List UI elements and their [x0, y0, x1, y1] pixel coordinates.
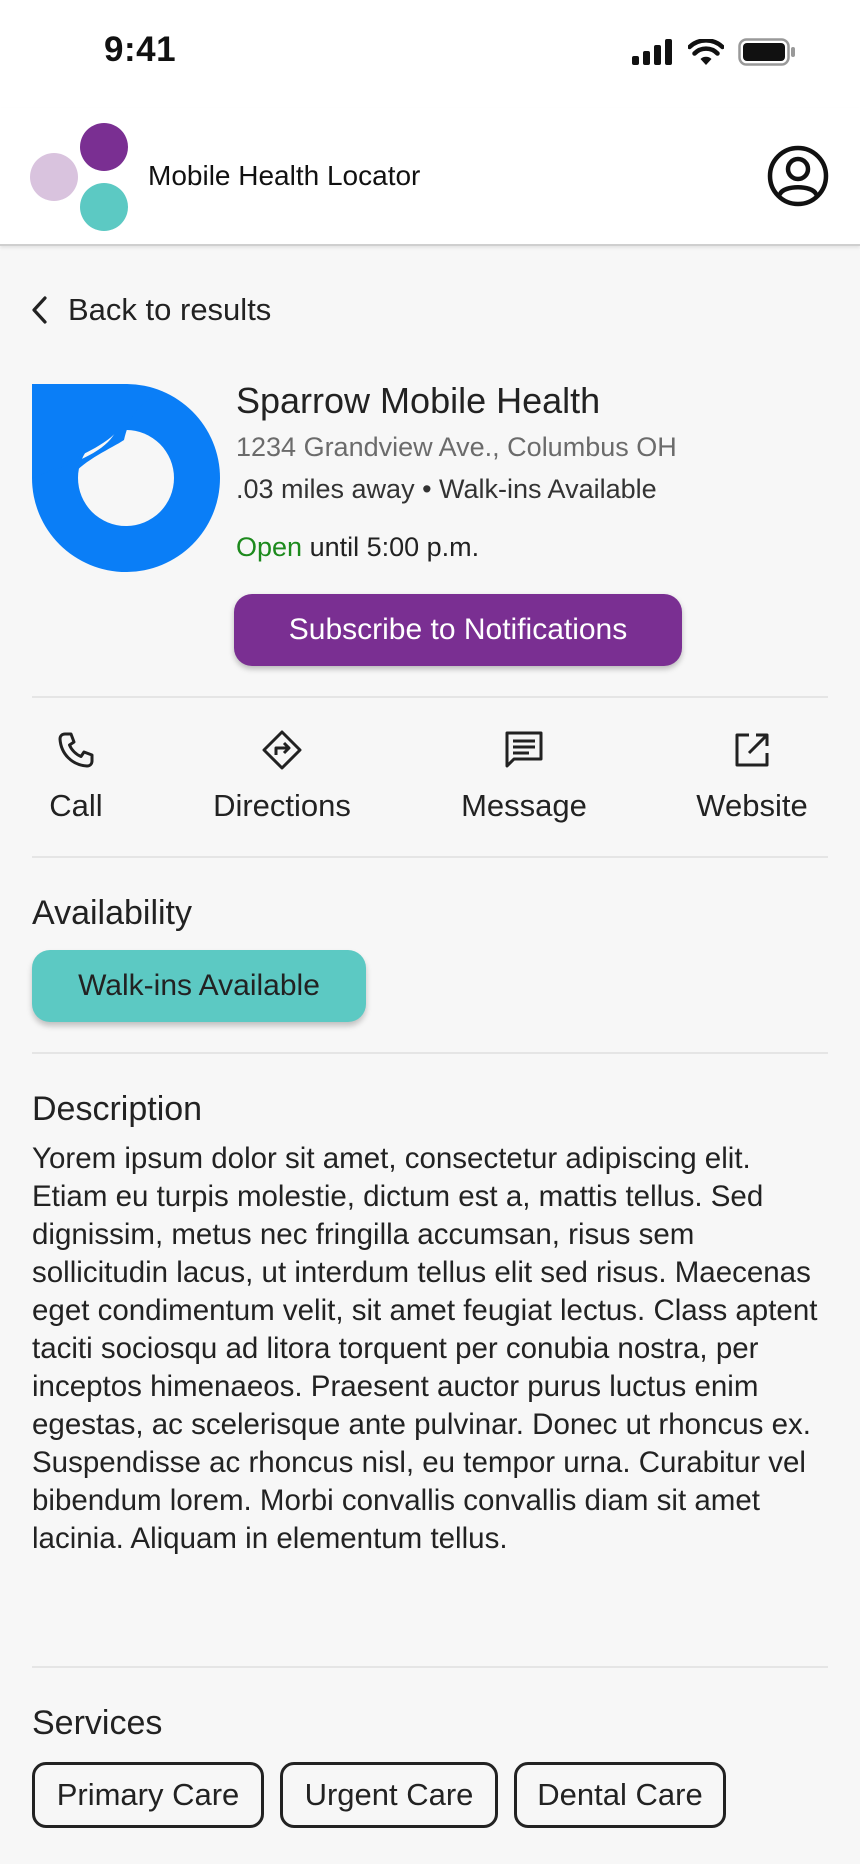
description-title: Description — [32, 1090, 203, 1128]
provider-hours: Open until 5:00 p.m. — [236, 532, 479, 563]
website-label: Website — [696, 788, 808, 823]
back-to-results-link[interactable]: Back to results — [30, 292, 271, 328]
divider — [32, 1052, 828, 1054]
call-label: Call — [49, 788, 103, 823]
divider — [32, 696, 828, 698]
external-link-icon — [730, 728, 774, 772]
chevron-left-icon — [32, 296, 47, 324]
status-icons — [632, 38, 796, 66]
hours-text: until 5:00 p.m. — [309, 532, 480, 562]
description-text: Yorem ipsum dolor sit amet, consectetur … — [32, 1142, 818, 1555]
back-link-label: Back to results — [68, 292, 272, 327]
status-bar: 9:41 — [0, 0, 860, 108]
open-status: Open — [236, 532, 303, 562]
services-title: Services — [32, 1704, 163, 1742]
call-action[interactable]: Call — [0, 728, 166, 828]
directions-icon — [260, 728, 304, 772]
divider — [32, 856, 828, 858]
availability-title: Availability — [32, 894, 193, 932]
app-title: Mobile Health Locator — [148, 160, 421, 191]
service-chip-urgent-care[interactable]: Urgent Care — [280, 1762, 498, 1828]
service-chip-primary-care[interactable]: Primary Care — [32, 1762, 264, 1828]
service-chip-dental-care[interactable]: Dental Care — [514, 1762, 726, 1828]
message-action[interactable]: Message — [434, 728, 614, 828]
provider-logo — [32, 384, 220, 572]
phone-icon — [54, 728, 98, 772]
divider — [32, 1666, 828, 1668]
provider-address: 1234 Grandview Ave., Columbus OH — [236, 432, 677, 462]
app-logo — [30, 123, 128, 231]
battery-icon — [738, 38, 795, 66]
app-header: Mobile Health Locator — [0, 108, 860, 246]
status-time: 9:41 — [104, 30, 177, 69]
subscribe-notifications-button[interactable]: Subscribe to Notifications — [234, 594, 682, 666]
provider-distance-walkins: .03 miles away • Walk-ins Available — [236, 474, 657, 504]
walkins-available-pill: Walk-ins Available — [32, 950, 366, 1022]
message-label: Message — [461, 788, 587, 823]
user-circle-icon[interactable] — [766, 144, 830, 208]
directions-action[interactable]: Directions — [192, 728, 372, 828]
provider-name: Sparrow Mobile Health — [236, 380, 601, 421]
website-action[interactable]: Website — [662, 728, 842, 828]
cellular-signal-icon — [632, 39, 672, 65]
directions-label: Directions — [213, 788, 351, 823]
wifi-icon — [688, 39, 724, 65]
message-icon — [502, 728, 546, 772]
